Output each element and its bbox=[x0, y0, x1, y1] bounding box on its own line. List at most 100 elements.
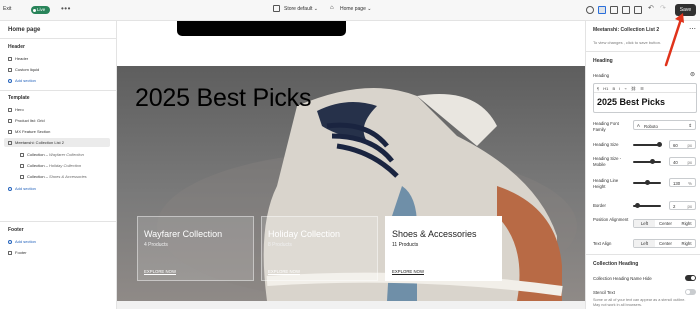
sidebar-item-hero[interactable]: Hero bbox=[8, 107, 24, 112]
dynamic-source-icon[interactable]: ⊜ bbox=[690, 71, 695, 78]
sidebar-item-label: Meetanshi: Collection List 2 bbox=[15, 140, 64, 145]
explore-now-link[interactable]: EXPLORE NOW bbox=[144, 269, 176, 275]
block-item-collection-1[interactable]: Collection – Wayfarer Collection bbox=[20, 152, 84, 157]
heading-size-mobile-input[interactable]: 40 px bbox=[669, 157, 696, 166]
top-bar: Exit Live ••• Store default ⌄ ⌂ Home pag… bbox=[0, 0, 700, 21]
border-input[interactable]: 2 px bbox=[669, 201, 696, 210]
heading-size-mobile-slider[interactable] bbox=[633, 159, 661, 164]
chevron-down-icon: ⌄ bbox=[367, 6, 372, 12]
block-name: Holiday Collection bbox=[49, 163, 82, 168]
page-title: Home page bbox=[8, 27, 41, 33]
header-group-title: Header bbox=[8, 44, 25, 50]
position-alignment-label: Position Alignment bbox=[593, 217, 629, 222]
sidebar-item-mx-feature[interactable]: MX Feature Section bbox=[8, 129, 50, 134]
heading-size-input[interactable]: 60 px bbox=[669, 140, 696, 149]
exit-button[interactable]: Exit bbox=[3, 6, 11, 12]
more-options-icon[interactable]: ⋯ bbox=[689, 25, 696, 33]
slider-handle[interactable] bbox=[650, 159, 655, 164]
inspector-icon[interactable] bbox=[586, 6, 594, 14]
align-left-option[interactable]: Left bbox=[634, 220, 655, 227]
text-align-center-option[interactable]: Center bbox=[655, 240, 676, 247]
plus-icon bbox=[8, 239, 12, 244]
code-icon bbox=[8, 67, 12, 72]
section-icon bbox=[8, 118, 12, 123]
font-family-label: Heading Font Family bbox=[593, 121, 619, 132]
tablet-view-icon[interactable] bbox=[610, 6, 618, 14]
text-align-control[interactable]: Left Center Right bbox=[633, 239, 696, 248]
sidebar-item-label: Custom liquid bbox=[15, 67, 40, 72]
editor-toolbar[interactable]: ¶ H1 B I ⌁ ⛓ ☰ bbox=[594, 84, 696, 93]
font-icon: A bbox=[637, 123, 640, 128]
name-hide-toggle[interactable] bbox=[685, 275, 696, 281]
heading-size-slider[interactable] bbox=[633, 142, 662, 147]
align-right-option[interactable]: Right bbox=[676, 220, 697, 227]
divider bbox=[586, 254, 700, 255]
footer-group-title: Footer bbox=[8, 227, 24, 233]
sidebar-item-label: Header bbox=[15, 56, 29, 61]
desktop-view-icon[interactable] bbox=[598, 6, 606, 14]
section-icon bbox=[8, 107, 12, 112]
block-icon bbox=[20, 163, 24, 168]
collection-card-2[interactable]: Holiday Collection 8 Products EXPLORE NO… bbox=[261, 216, 378, 281]
sidebar-item-header[interactable]: Header bbox=[8, 56, 28, 61]
border-slider[interactable] bbox=[633, 203, 661, 208]
store-selector-label: Store default bbox=[284, 6, 313, 12]
sidebar-item-label: Hero bbox=[15, 107, 24, 112]
add-section-footer[interactable]: Add section bbox=[8, 239, 36, 244]
block-label: Collection bbox=[27, 152, 45, 157]
line-height-input[interactable]: 130% bbox=[669, 178, 696, 187]
plus-icon bbox=[8, 186, 12, 191]
text-align-label: Text Align bbox=[593, 241, 612, 246]
block-name: Shoes & Accessories bbox=[49, 174, 87, 179]
undo-icon[interactable]: ↶ bbox=[648, 4, 654, 12]
block-label: Collection bbox=[27, 163, 45, 168]
position-alignment-control[interactable]: Left Center Right bbox=[633, 219, 696, 228]
heading-size-mobile-label: Heading Size - Mobile bbox=[593, 156, 622, 167]
sidebar-item-collection-list[interactable]: Meetanshi: Collection List 2 bbox=[8, 140, 64, 145]
line-height-slider[interactable] bbox=[633, 180, 661, 185]
heading-size-label: Heading Size bbox=[593, 142, 619, 147]
store-selector[interactable]: Store default ⌄ bbox=[284, 6, 318, 12]
text-align-left-option[interactable]: Left bbox=[634, 240, 655, 247]
explore-now-link[interactable]: EXPLORE NOW bbox=[268, 269, 300, 275]
more-menu-icon[interactable]: ••• bbox=[61, 4, 71, 13]
fullscreen-icon[interactable] bbox=[634, 6, 642, 14]
chevron-down-icon: ⌄ bbox=[313, 6, 318, 12]
divider bbox=[0, 38, 117, 39]
sidebar-item-label: Footer bbox=[15, 250, 27, 255]
font-family-select[interactable]: Roboto ⇕ A bbox=[633, 120, 696, 130]
add-section-header[interactable]: Add section bbox=[8, 78, 36, 83]
collection-card-1[interactable]: Wayfarer Collection 4 Products EXPLORE N… bbox=[137, 216, 254, 281]
stencil-text-toggle[interactable] bbox=[685, 289, 696, 295]
heading-label: Heading bbox=[593, 73, 610, 78]
add-section-label: Add section bbox=[15, 78, 36, 83]
sections-sidebar: Home page Header Header Custom liquid Ad… bbox=[0, 21, 117, 309]
name-hide-label: Collection Heading Name Hide bbox=[593, 276, 652, 281]
block-item-collection-2[interactable]: Collection – Holiday Collection bbox=[20, 163, 81, 168]
block-label: Collection bbox=[27, 174, 45, 179]
collection-card-3[interactable]: Shoes & Accessories 11 Products EXPLORE … bbox=[385, 216, 502, 281]
heading-input-value[interactable]: 2025 Best Picks bbox=[597, 97, 665, 107]
slider-handle[interactable] bbox=[657, 142, 662, 147]
slider-handle[interactable] bbox=[645, 180, 650, 185]
section-icon bbox=[8, 129, 12, 134]
collection-list-section[interactable]: 2025 Best Picks Wayfarer Collection 4 Pr… bbox=[117, 66, 585, 301]
home-icon: ⌂ bbox=[330, 5, 334, 11]
align-center-option[interactable]: Center bbox=[655, 220, 676, 227]
block-icon bbox=[20, 152, 24, 157]
page-selector-label: Home page bbox=[340, 6, 366, 12]
page-selector[interactable]: Home page ⌄ bbox=[340, 6, 371, 12]
slider-handle[interactable] bbox=[635, 203, 640, 208]
block-item-collection-3[interactable]: Collection – Shoes & Accessories bbox=[20, 174, 87, 179]
sidebar-item-product-list[interactable]: Product list: Grid bbox=[8, 118, 45, 123]
block-icon bbox=[20, 174, 24, 179]
add-section-template[interactable]: Add section bbox=[8, 186, 36, 191]
live-status-badge: Live bbox=[31, 6, 50, 14]
text-align-right-option[interactable]: Right bbox=[676, 240, 697, 247]
explore-now-link[interactable]: EXPLORE NOW bbox=[392, 269, 424, 275]
sidebar-item-footer[interactable]: Footer bbox=[8, 250, 27, 255]
heading-rich-text-editor[interactable]: ¶ H1 B I ⌁ ⛓ ☰ 2025 Best Picks bbox=[593, 83, 697, 113]
section-icon bbox=[8, 56, 12, 61]
sidebar-item-custom-liquid[interactable]: Custom liquid bbox=[8, 67, 39, 72]
mobile-view-icon[interactable] bbox=[622, 6, 630, 14]
